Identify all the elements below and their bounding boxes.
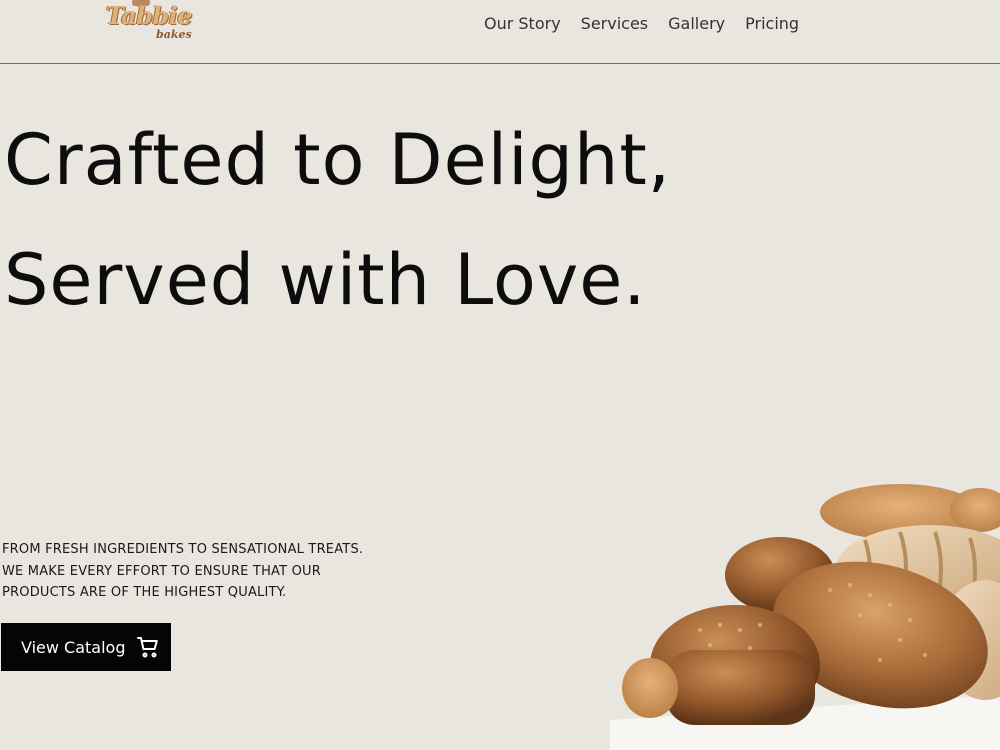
hero-headline-line-2: Served with Love. bbox=[4, 239, 647, 321]
tagline-line-2: WE MAKE EVERY EFFORT TO ENSURE THAT OUR bbox=[2, 563, 321, 579]
logo-wordmark: Tabbie bbox=[106, 1, 193, 30]
bread-image bbox=[610, 484, 1000, 750]
cart-icon bbox=[136, 637, 158, 658]
logo-subtitle: bakes bbox=[156, 28, 192, 41]
tagline-line-1: FROM FRESH INGREDIENTS TO SENSATIONAL TR… bbox=[2, 542, 364, 557]
site-header: Tabbie bakes Our Story Services Gallery … bbox=[0, 0, 1000, 64]
tagline-line-3: PRODUCTS ARE OF THE HIGHEST QUALITY. bbox=[2, 585, 287, 600]
view-catalog-label: View Catalog bbox=[21, 637, 126, 657]
hero-tagline: FROM FRESH INGREDIENTS TO SENSATIONAL TR… bbox=[2, 539, 363, 604]
hero-headline: Crafted to Delight, Served with Love. bbox=[4, 100, 671, 340]
nav-link-pricing[interactable]: Pricing bbox=[745, 13, 799, 35]
main-nav: Our Story Services Gallery Pricing bbox=[484, 13, 799, 35]
nav-link-gallery[interactable]: Gallery bbox=[668, 13, 725, 35]
brand-logo[interactable]: Tabbie bakes bbox=[104, 0, 200, 48]
nav-link-services[interactable]: Services bbox=[581, 13, 648, 35]
hero-headline-line-1: Crafted to Delight, bbox=[4, 119, 672, 201]
view-catalog-button[interactable]: View Catalog bbox=[1, 623, 171, 671]
page: Tabbie bakes Our Story Services Gallery … bbox=[0, 0, 1000, 750]
nav-link-our-story[interactable]: Our Story bbox=[484, 13, 561, 35]
